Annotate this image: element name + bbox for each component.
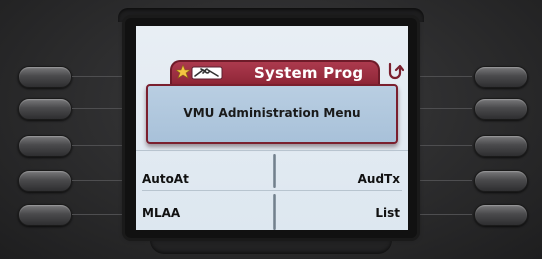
phone-display-panel: System Prog VMU Administration Menu Auto… <box>0 0 542 259</box>
leader-line <box>408 214 472 215</box>
softkey-label-audtx[interactable]: AudTx <box>358 172 400 186</box>
header-title: System Prog <box>254 64 364 82</box>
left-softkey-button-autoat[interactable] <box>18 170 72 192</box>
leader-line <box>408 76 472 77</box>
softkey-divider <box>273 194 276 230</box>
left-softkey-button-mlaa[interactable] <box>18 204 72 226</box>
softkey-separator <box>136 150 408 151</box>
lcd-screen: System Prog VMU Administration Menu Auto… <box>136 26 408 230</box>
softkey-label-list[interactable]: List <box>375 206 400 220</box>
softkey-divider <box>273 154 276 188</box>
back-arrow-icon[interactable] <box>382 60 404 82</box>
right-softkey-button-list[interactable] <box>474 204 528 226</box>
leader-line <box>408 180 472 181</box>
right-softkey-button-audtx[interactable] <box>474 170 528 192</box>
right-line-button-2[interactable] <box>474 98 528 120</box>
left-line-button-3[interactable] <box>18 135 72 157</box>
menu-title: VMU Administration Menu <box>183 106 361 120</box>
softkey-separator <box>142 190 402 191</box>
left-line-button-2[interactable] <box>18 98 72 120</box>
header-tab: System Prog <box>170 60 380 84</box>
star-tools-icon <box>176 64 223 80</box>
right-line-button-1[interactable] <box>474 66 528 88</box>
softkey-label-mlaa[interactable]: MLAA <box>142 206 180 220</box>
leader-line <box>408 145 472 146</box>
left-line-button-1[interactable] <box>18 66 72 88</box>
menu-title-panel: VMU Administration Menu <box>146 84 398 144</box>
leader-line <box>408 108 472 109</box>
right-line-button-3[interactable] <box>474 135 528 157</box>
bottom-bezel <box>150 236 392 254</box>
softkey-label-autoat[interactable]: AutoAt <box>142 172 189 186</box>
